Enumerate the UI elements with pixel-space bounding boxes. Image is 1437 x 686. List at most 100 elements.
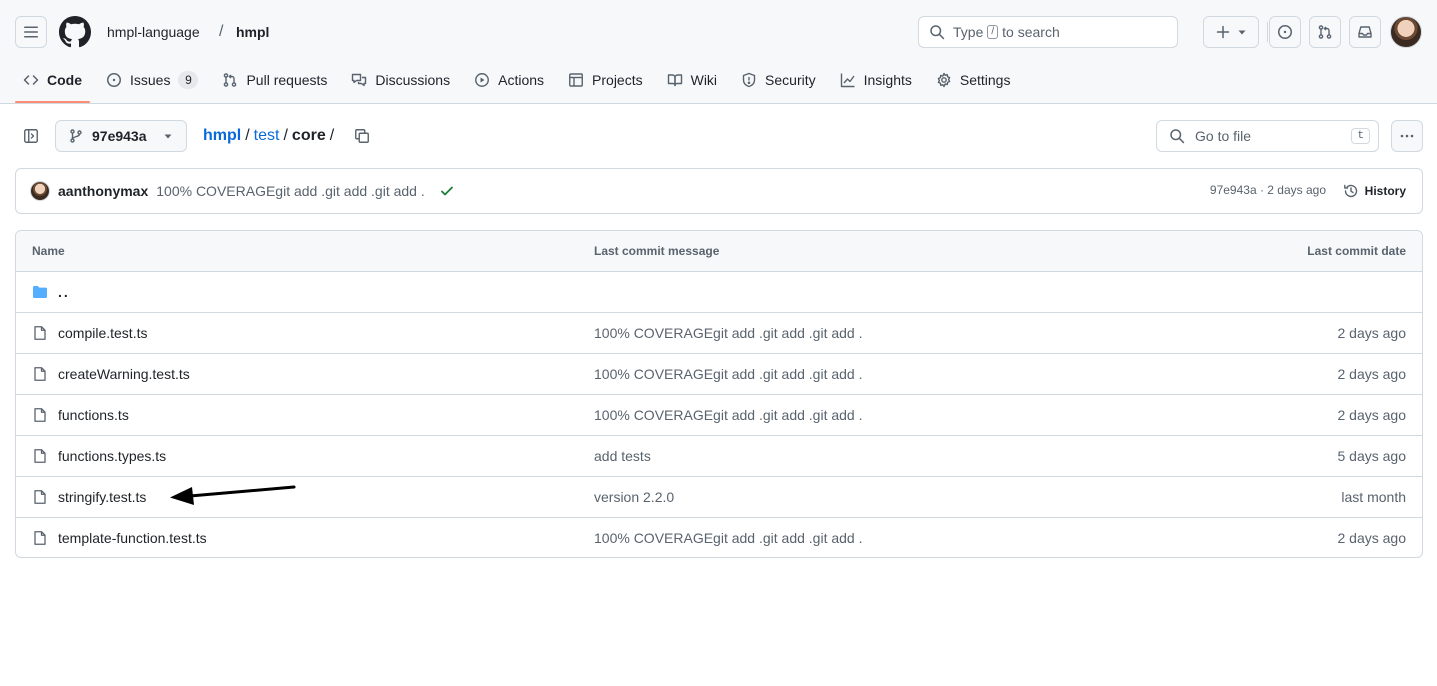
author-avatar[interactable]	[30, 181, 50, 201]
file-icon	[34, 449, 46, 463]
repo-name-link[interactable]: hmpl	[236, 22, 269, 42]
breadcrumb-dir-link[interactable]: test	[254, 125, 280, 147]
global-header: hmpl-language / hmpl Type / to search Co…	[0, 0, 1437, 104]
file-name-link[interactable]: compile.test.ts	[58, 325, 147, 341]
search-prefix: Type	[953, 24, 984, 40]
file-name-link[interactable]: template-function.test.ts	[58, 530, 207, 546]
triangle-down-icon	[164, 134, 172, 139]
file-commit-message[interactable]: version 2.2.0	[594, 489, 674, 505]
tab-label: Discussions	[375, 72, 451, 88]
commit-sha-and-time[interactable]: 97e943a · 2 days ago	[1210, 183, 1326, 197]
hamburger-icon	[24, 26, 38, 38]
commit-message-link[interactable]: 100% COVERAGEgit add .git add .git add .	[156, 183, 425, 199]
table-row[interactable]: template-function.test.ts 100% COVERAGEg…	[16, 518, 1422, 557]
parent-directory-link[interactable]: ..	[58, 284, 70, 300]
file-commit-date: 2 days ago	[1337, 366, 1407, 382]
code-icon	[23, 75, 39, 85]
your-pull-requests-button[interactable]	[1309, 16, 1341, 48]
breadcrumb-separator: /	[329, 127, 335, 144]
file-icon	[34, 367, 46, 381]
branch-selector-button[interactable]: 97e943a	[55, 120, 187, 152]
more-options-button[interactable]	[1391, 120, 1423, 152]
expand-file-tree-button[interactable]	[15, 120, 47, 152]
tab-insights[interactable]: Insights	[832, 64, 920, 96]
commit-author-link[interactable]: aanthonymax	[58, 183, 148, 199]
tab-actions[interactable]: Actions	[466, 64, 552, 96]
tab-label: Projects	[592, 72, 643, 88]
breadcrumb: hmpl / test / core /	[203, 125, 334, 147]
column-header-date: Last commit date	[1307, 244, 1406, 258]
table-row[interactable]: functions.ts 100% COVERAGEgit add .git a…	[16, 395, 1422, 436]
comment-discussion-icon	[352, 73, 367, 87]
search-input[interactable]: Type / to search	[918, 16, 1178, 48]
triangle-down-icon	[1238, 30, 1246, 35]
git-pull-request-icon	[1318, 25, 1332, 39]
annotation-arrow-icon	[170, 485, 296, 505]
menu-button[interactable]	[15, 16, 47, 48]
inbox-icon	[1358, 26, 1372, 38]
history-button[interactable]: History	[1335, 177, 1414, 205]
graph-icon	[840, 73, 855, 88]
file-icon	[34, 490, 46, 504]
file-commit-message[interactable]: 100% COVERAGEgit add .git add .git add .	[594, 325, 863, 341]
table-row[interactable]: createWarning.test.ts 100% COVERAGEgit a…	[16, 354, 1422, 395]
file-commit-date: 2 days ago	[1337, 325, 1407, 341]
file-table: Name Last commit message Last commit dat…	[15, 230, 1423, 558]
breadcrumb-separator: /	[283, 127, 288, 144]
check-icon[interactable]	[439, 183, 455, 199]
tab-label: Wiki	[690, 72, 718, 88]
file-commit-message[interactable]: 100% COVERAGEgit add .git add .git add .	[594, 366, 863, 382]
table-row-parent-directory[interactable]: ..	[16, 272, 1422, 313]
breadcrumb-separator: /	[245, 127, 250, 144]
table-row[interactable]: compile.test.ts 100% COVERAGEgit add .gi…	[16, 313, 1422, 354]
github-logo-icon[interactable]	[59, 16, 91, 48]
play-icon	[475, 73, 490, 87]
tab-label: Pull requests	[246, 72, 328, 88]
file-commit-message[interactable]: 100% COVERAGEgit add .git add .git add .	[594, 530, 863, 546]
file-commit-message[interactable]: 100% COVERAGEgit add .git add .git add .	[594, 407, 863, 423]
tab-label: Settings	[959, 72, 1011, 88]
create-new-button[interactable]	[1203, 16, 1259, 48]
go-to-file-input[interactable]: Go to file t	[1156, 120, 1379, 152]
history-icon	[1343, 184, 1357, 198]
tab-issues[interactable]: Issues 9	[98, 64, 206, 96]
search-icon	[930, 25, 945, 40]
file-commit-date: 2 days ago	[1337, 530, 1407, 546]
file-icon	[34, 531, 46, 545]
go-to-file-placeholder: Go to file	[1195, 128, 1252, 144]
file-commit-message[interactable]: add tests	[594, 448, 651, 464]
table-row[interactable]: functions.types.ts add tests 5 days ago	[16, 436, 1422, 477]
git-pull-request-icon	[224, 73, 237, 87]
your-issues-button[interactable]	[1269, 16, 1301, 48]
search-shortcut-key: /	[987, 25, 999, 39]
shield-icon	[742, 72, 756, 88]
user-avatar[interactable]	[1390, 16, 1422, 48]
file-commit-date: 2 days ago	[1337, 407, 1407, 423]
notifications-button[interactable]	[1349, 16, 1381, 48]
plus-icon	[1216, 25, 1230, 39]
tab-security[interactable]: Security	[733, 64, 824, 96]
issue-opened-icon	[107, 73, 121, 87]
file-name-link[interactable]: functions.ts	[58, 407, 129, 423]
file-name-link[interactable]: functions.types.ts	[58, 448, 166, 464]
tab-label: Code	[47, 72, 82, 88]
tab-settings[interactable]: Settings	[928, 64, 1019, 96]
copy-path-button[interactable]	[350, 124, 374, 148]
tab-code[interactable]: Code	[15, 64, 90, 103]
tab-label: Issues	[130, 72, 171, 88]
header-divider	[1267, 22, 1268, 42]
issues-counter: 9	[178, 71, 199, 89]
breadcrumb-repo-link[interactable]: hmpl	[203, 125, 241, 147]
file-commit-date: last month	[1341, 489, 1406, 505]
file-name-link[interactable]: createWarning.test.ts	[58, 366, 190, 382]
tab-wiki[interactable]: Wiki	[659, 64, 725, 96]
tab-discussions[interactable]: Discussions	[343, 64, 458, 96]
repo-owner-link[interactable]: hmpl-language	[107, 22, 200, 42]
tab-label: Actions	[498, 72, 545, 88]
tab-pull-requests[interactable]: Pull requests	[214, 64, 335, 96]
tab-projects[interactable]: Projects	[560, 64, 651, 96]
tab-label: Insights	[863, 72, 912, 88]
file-name-link[interactable]: stringify.test.ts	[58, 489, 146, 505]
table-header: Name Last commit message Last commit dat…	[16, 231, 1422, 272]
column-header-name: Name	[32, 244, 65, 258]
